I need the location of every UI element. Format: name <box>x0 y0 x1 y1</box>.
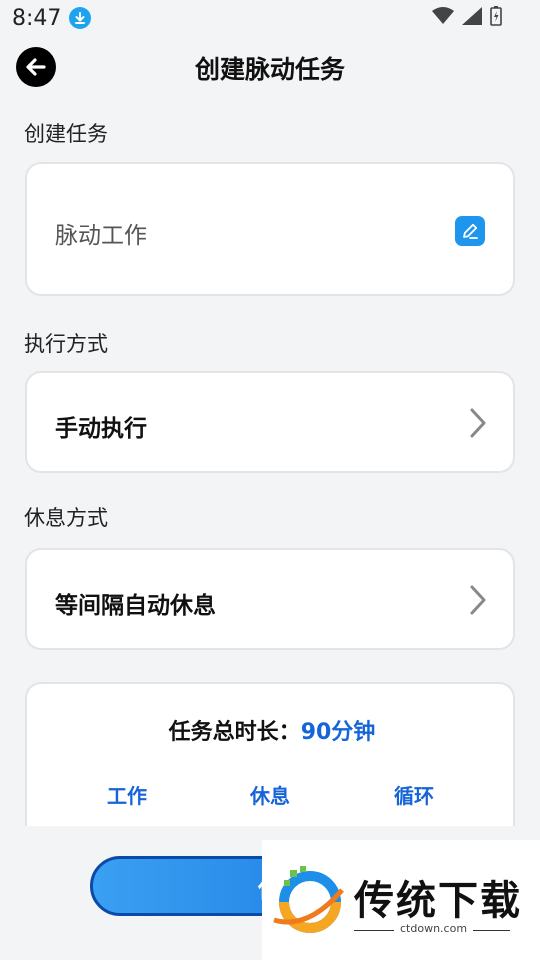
battery-icon <box>490 6 502 30</box>
total-duration-label: 任务总时长： <box>168 720 301 745</box>
tab-loop[interactable]: 循环 <box>394 780 434 809</box>
duration-summary-card: 任务总时长：90分钟 工作 休息 循环 <box>25 682 515 832</box>
watermark: 传统下载 ctdown.com <box>262 840 540 960</box>
watermark-logo-icon <box>273 866 344 933</box>
signal-icon <box>462 7 482 29</box>
watermark-brand: 传统下载 <box>354 878 522 924</box>
download-icon <box>69 7 92 29</box>
watermark-url: ctdown.com <box>394 922 474 935</box>
total-duration-value: 90分钟 <box>300 720 376 745</box>
status-bar: 8:47 <box>0 0 540 36</box>
task-section-label: 创建任务 <box>24 122 108 146</box>
status-time: 8:47 <box>12 5 62 31</box>
pencil-icon <box>463 223 478 239</box>
status-icons <box>432 6 502 30</box>
task-name-text: 脉动工作 <box>55 223 147 249</box>
rest-mode-value: 等间隔自动休息 <box>55 593 216 619</box>
edit-button[interactable] <box>455 216 485 246</box>
rest-mode-selector[interactable]: 等间隔自动休息 <box>25 548 515 650</box>
exec-section-label: 执行方式 <box>24 332 108 356</box>
app-header: 创建脉动任务 <box>0 40 540 94</box>
exec-mode-selector[interactable]: 手动执行 <box>25 371 515 473</box>
exec-mode-value: 手动执行 <box>55 416 147 442</box>
rest-section-label: 休息方式 <box>24 506 108 530</box>
page-title: 创建脉动任务 <box>194 55 345 84</box>
wifi-icon <box>432 7 454 29</box>
chevron-right-icon <box>470 585 486 615</box>
total-duration: 任务总时长：90分钟 <box>27 714 513 746</box>
chevron-right-icon <box>470 408 486 438</box>
task-name-card[interactable]: 脉动工作 <box>25 162 515 296</box>
tab-rest[interactable]: 休息 <box>250 780 290 809</box>
tab-work[interactable]: 工作 <box>107 780 147 809</box>
